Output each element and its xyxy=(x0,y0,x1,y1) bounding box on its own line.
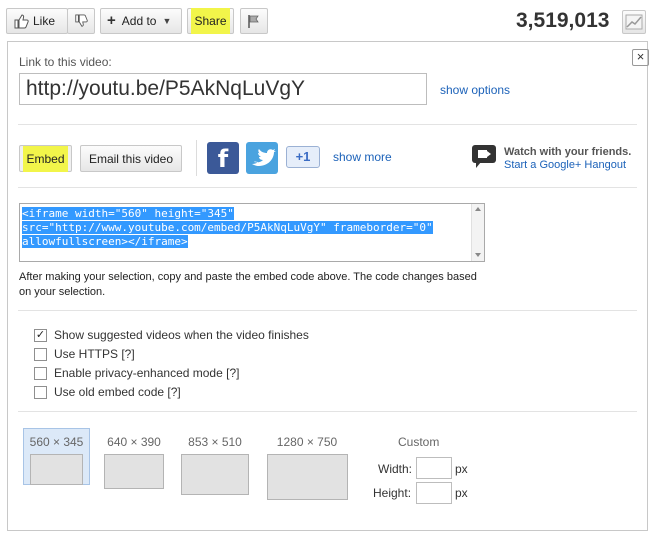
divider xyxy=(18,124,637,125)
size-preview xyxy=(30,454,83,485)
size-preview xyxy=(181,454,249,495)
size-option-853[interactable]: 853 × 510 xyxy=(180,429,250,495)
height-unit: px xyxy=(455,486,468,500)
close-icon[interactable]: × xyxy=(632,49,649,66)
option-show-suggested[interactable]: ✓ Show suggested videos when the video f… xyxy=(34,328,309,342)
like-label: Like xyxy=(33,14,56,28)
divider xyxy=(18,187,637,188)
size-option-640[interactable]: 640 × 390 xyxy=(101,429,167,489)
size-label: 853 × 510 xyxy=(188,435,242,449)
embed-label: Embed xyxy=(23,145,68,172)
checkbox-icon[interactable] xyxy=(34,366,47,380)
custom-width-input[interactable] xyxy=(416,457,452,479)
facebook-icon[interactable]: f xyxy=(207,142,239,174)
width-label: Width: xyxy=(378,462,413,476)
share-button[interactable]: Share xyxy=(187,8,234,34)
thumbs-up-icon xyxy=(14,14,29,29)
video-url-field[interactable]: http://youtu.be/P5AkNqLuVgY xyxy=(19,73,427,105)
scroll-up-icon[interactable] xyxy=(475,207,481,211)
start-hangout-link[interactable]: Start a Google+ Hangout xyxy=(504,159,626,171)
custom-size-title: Custom xyxy=(398,435,440,449)
checkbox-checked-icon[interactable]: ✓ xyxy=(34,328,47,342)
flag-button[interactable] xyxy=(240,8,268,34)
embed-code-textarea[interactable]: <iframe width="560" height="345" src="ht… xyxy=(19,203,485,262)
email-label: Email this video xyxy=(88,151,174,166)
add-to-label: Add to xyxy=(121,14,157,28)
option-label: Show suggested videos when the video fin… xyxy=(54,328,309,342)
option-label: Use old embed code [?] xyxy=(54,385,181,399)
vertical-divider xyxy=(196,140,197,176)
size-option-560[interactable]: 560 × 345 xyxy=(23,428,90,485)
size-label: 560 × 345 xyxy=(29,435,84,449)
option-label: Enable privacy-enhanced mode [?] xyxy=(54,366,240,380)
twitter-icon[interactable] xyxy=(246,142,278,174)
size-label: 640 × 390 xyxy=(107,435,161,449)
embed-code-line: allowfullscreen></iframe> xyxy=(22,235,188,248)
stats-chart-icon xyxy=(625,14,643,30)
stats-button[interactable] xyxy=(622,10,646,34)
size-option-1280[interactable]: 1280 × 750 xyxy=(266,429,348,500)
size-preview xyxy=(266,454,348,500)
option-use-https[interactable]: Use HTTPS [?] xyxy=(34,347,135,361)
option-label: Use HTTPS [?] xyxy=(54,347,135,361)
scroll-down-icon[interactable] xyxy=(475,253,481,257)
width-unit: px xyxy=(455,462,468,476)
custom-height-input[interactable] xyxy=(416,482,452,504)
divider xyxy=(18,411,637,412)
height-label: Height: xyxy=(373,486,412,500)
add-to-button[interactable]: + Add to ▼ xyxy=(100,8,182,34)
divider xyxy=(18,310,637,311)
dislike-button[interactable] xyxy=(67,8,95,34)
textarea-scrollbar[interactable] xyxy=(471,204,484,261)
show-options-link[interactable]: show options xyxy=(440,83,510,97)
size-preview xyxy=(104,454,164,489)
google-plus-one-icon[interactable]: +1 xyxy=(286,146,320,168)
show-more-link[interactable]: show more xyxy=(333,150,392,164)
share-label: Share xyxy=(191,8,230,34)
link-label: Link to this video: xyxy=(19,55,112,69)
option-old-embed[interactable]: Use old embed code [?] xyxy=(34,385,181,399)
like-button[interactable]: Like xyxy=(6,8,68,34)
embed-code-line: <iframe width="560" height="345" xyxy=(22,207,234,220)
thumbs-down-icon xyxy=(75,14,88,27)
email-video-button[interactable]: Email this video xyxy=(80,145,182,172)
flag-icon xyxy=(248,15,259,28)
embed-button[interactable]: Embed xyxy=(19,145,72,172)
option-privacy-enhanced[interactable]: Enable privacy-enhanced mode [?] xyxy=(34,366,239,380)
hangout-title: Watch with your friends. xyxy=(504,146,632,158)
hangout-icon xyxy=(472,145,496,168)
embed-code-line: src="http://www.youtube.com/embed/P5AkNq… xyxy=(22,221,433,234)
size-label: 1280 × 750 xyxy=(276,435,338,449)
checkbox-icon[interactable] xyxy=(34,385,47,399)
chevron-down-icon: ▼ xyxy=(162,16,172,26)
view-count: 3,519,013 xyxy=(516,9,610,32)
plus-icon: + xyxy=(107,12,116,29)
embed-help-text: After making your selection, copy and pa… xyxy=(19,271,477,298)
share-panel: × Link to this video: http://youtu.be/P5… xyxy=(7,41,649,531)
checkbox-icon[interactable] xyxy=(34,347,47,361)
